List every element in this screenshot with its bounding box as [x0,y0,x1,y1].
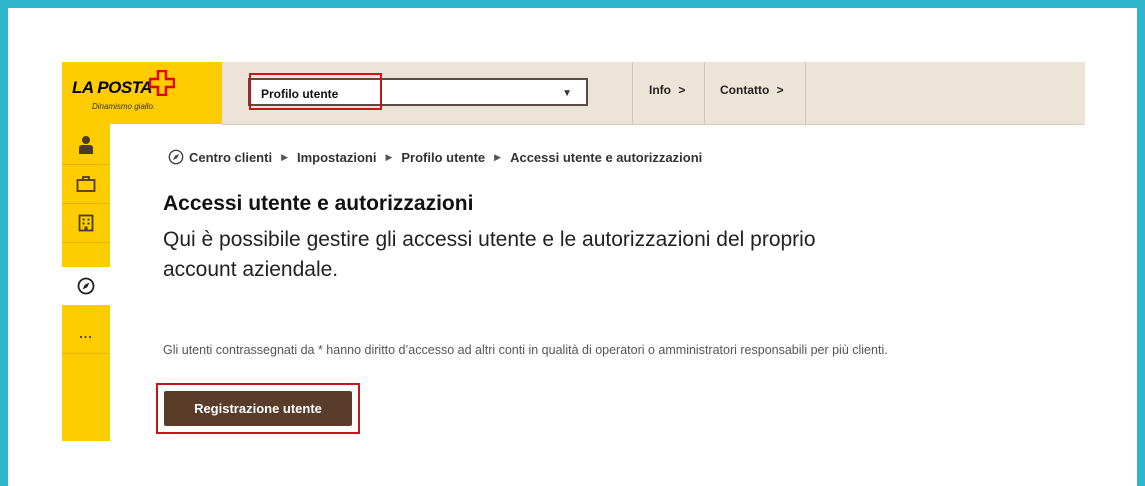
sidebar-item-company[interactable] [62,204,110,242]
info-note: Gli utenti contrassegnati da * hanno dir… [163,343,888,357]
nav-divider [632,62,633,124]
page-description: Qui è possibile gestire gli accessi uten… [163,228,816,281]
sidebar-item-more[interactable]: ... [62,314,110,352]
profile-select-value: Profilo utente [261,87,339,101]
sidebar-item-user[interactable] [62,126,110,164]
dropdown-arrow-icon[interactable]: ▼ [562,88,572,99]
sidebar-item-business[interactable] [62,165,110,203]
nav-divider [704,62,705,124]
nav-link-info-label: Info [649,83,671,97]
person-icon [79,136,93,154]
compass-icon [77,277,95,295]
chevron-right-icon: > [776,83,784,97]
breadcrumb-arrow-icon: ▶ [281,151,288,162]
frame-border-left [0,0,8,486]
swiss-cross-icon [149,70,175,96]
frame-border-right [1137,0,1145,486]
compass-icon [168,149,184,165]
sidebar-divider [62,353,110,354]
brand-tagline: Dinamismo giallo. [92,102,156,111]
frame-border-top [0,0,1145,8]
chevron-right-icon: > [678,83,686,97]
brand-name: LA POSTA [72,78,153,97]
breadcrumb-arrow-icon: ▶ [385,151,393,162]
more-icon: ... [79,325,93,341]
breadcrumb-link-impostazioni[interactable]: Impostazioni [297,150,376,165]
sidebar-item-customer-center[interactable] [62,267,110,305]
nav-link-info[interactable]: Info > [649,83,685,97]
register-user-button[interactable]: Registrazione utente [164,391,352,426]
building-icon [78,214,94,232]
briefcase-icon [76,176,96,192]
top-navigation-bar: Profilo utente ▼ Info > Contatto > [222,62,1085,125]
breadcrumb-arrow-icon: ▶ [494,151,502,162]
sidebar-divider [62,242,110,243]
brand-logo[interactable]: LA POSTA Dinamismo giallo. [62,62,222,124]
nav-link-contatto[interactable]: Contatto > [720,83,784,97]
profile-select[interactable]: Profilo utente ▼ [248,78,588,106]
breadcrumb: Centro clienti ▶ Impostazioni ▶ Profilo … [168,149,702,165]
breadcrumb-link-profilo-utente[interactable]: Profilo utente [401,150,485,165]
page-title: Accessi utente e autorizzazioni [163,192,474,215]
breadcrumb-link-centro-clienti[interactable]: Centro clienti [189,150,272,165]
left-sidebar: ... [62,124,110,441]
nav-link-contatto-label: Contatto [720,83,770,97]
breadcrumb-current-page: Accessi utente e autorizzazioni [510,149,703,165]
nav-divider [805,62,806,124]
